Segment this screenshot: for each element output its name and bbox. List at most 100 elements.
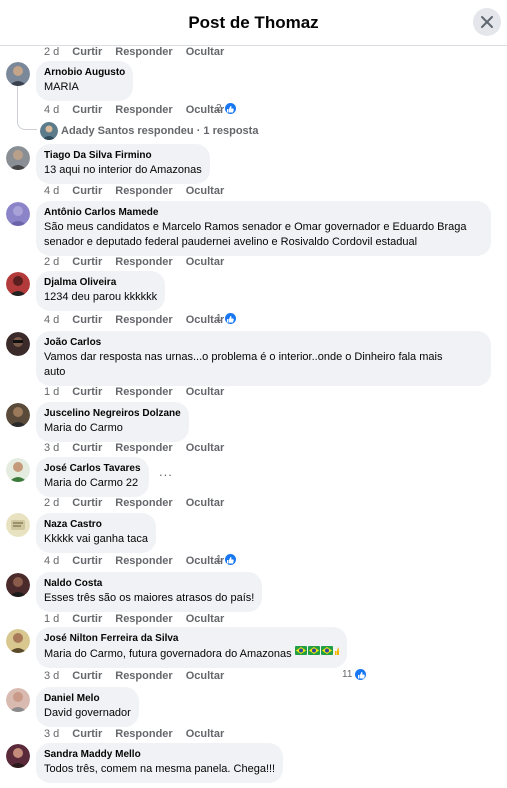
comment-text: David governador <box>44 707 131 719</box>
reply-link[interactable]: Responder <box>115 613 172 625</box>
comment-author[interactable]: Naza Castro <box>44 518 148 531</box>
comment-actions: 4 d Curtir Responder Ocultar <box>44 185 237 197</box>
like-link[interactable]: Curtir <box>72 185 102 197</box>
avatar[interactable] <box>6 513 30 537</box>
reply-link[interactable]: Responder <box>115 555 172 567</box>
comment-feed[interactable]: 2 d Curtir Responder Ocultar Arnobio Aug… <box>0 46 507 788</box>
like-link[interactable]: Curtir <box>72 497 102 509</box>
like-link[interactable]: Curtir <box>72 256 102 268</box>
like-link[interactable]: Curtir <box>72 613 102 625</box>
comment-author[interactable]: José Nilton Ferreira da Silva <box>44 632 339 645</box>
like-icon <box>223 553 237 566</box>
comment-actions: 3 d Curtir Responder Ocultar <box>44 728 237 740</box>
more-options-icon[interactable]: ... <box>159 464 173 479</box>
comment-text: 1234 deu parou kkkkkk <box>44 291 158 303</box>
avatar[interactable] <box>6 744 30 768</box>
avatar[interactable] <box>6 146 30 170</box>
like-link[interactable]: Curtir <box>72 46 102 58</box>
avatar[interactable] <box>6 202 30 226</box>
hide-link[interactable]: Ocultar <box>186 497 225 509</box>
like-icon <box>223 102 237 115</box>
avatar <box>40 122 58 140</box>
hide-link[interactable]: Ocultar <box>186 613 225 625</box>
like-icon <box>223 312 237 325</box>
reply-link[interactable]: Responder <box>115 104 172 116</box>
reaction-count[interactable]: 11 <box>342 668 368 681</box>
comment-text: auto <box>44 366 66 378</box>
avatar[interactable] <box>6 688 30 712</box>
reaction-count[interactable]: 2 <box>216 102 237 115</box>
like-link[interactable]: Curtir <box>72 728 102 740</box>
comment-bubble: Daniel Melo David governador <box>36 687 139 727</box>
avatar[interactable] <box>6 272 30 296</box>
comment-time: 4 d <box>44 104 60 116</box>
comment-actions: 2 d Curtir Responder Ocultar <box>44 46 237 58</box>
hide-link[interactable]: Ocultar <box>186 386 225 398</box>
comment-time: 4 d <box>44 185 60 197</box>
hide-link[interactable]: Ocultar <box>186 670 225 682</box>
reply-link[interactable]: Responder <box>115 497 172 509</box>
comment-actions: 4 d Curtir Responder Ocultar <box>44 555 237 567</box>
avatar[interactable] <box>6 62 30 86</box>
comment-author[interactable]: José Carlos Tavares <box>44 462 141 475</box>
hide-link[interactable]: Ocultar <box>186 442 225 454</box>
like-link[interactable]: Curtir <box>72 386 102 398</box>
brazil-flag-icons <box>294 646 339 662</box>
comment-bubble: Antônio Carlos Mamede São meus candidato… <box>36 201 491 256</box>
hide-link[interactable]: Ocultar <box>186 728 225 740</box>
view-replies-link[interactable]: Adady Santos respondeu · 1 resposta <box>40 122 258 140</box>
comment-author[interactable]: Sandra Maddy Mello <box>44 748 275 761</box>
reply-link[interactable]: Responder <box>115 670 172 682</box>
comment-time: 2 d <box>44 497 60 509</box>
hide-link[interactable]: Ocultar <box>186 256 225 268</box>
close-button[interactable] <box>473 8 501 36</box>
reply-link[interactable]: Responder <box>115 256 172 268</box>
comment-bubble: Tiago Da Silva Firmino 13 aqui no interi… <box>36 144 210 184</box>
comment-author[interactable]: João Carlos <box>44 336 483 349</box>
comment-author[interactable]: Juscelino Negreiros Dolzane <box>44 407 181 420</box>
comment-text: senador e deputado federal paudernei ave… <box>44 236 418 248</box>
reply-link[interactable]: Responder <box>115 314 172 326</box>
like-link[interactable]: Curtir <box>72 442 102 454</box>
avatar[interactable] <box>6 458 30 482</box>
comment-text: Kkkkk vai ganha taca <box>44 533 148 545</box>
comment-bubble: Juscelino Negreiros Dolzane Maria do Car… <box>36 402 189 442</box>
comment-text: Vamos dar resposta nas urnas...o problem… <box>44 351 443 363</box>
comment-author[interactable]: Djalma Oliveira <box>44 276 157 289</box>
like-link[interactable]: Curtir <box>72 104 102 116</box>
comment-text: Maria do Carmo 22 <box>44 477 139 489</box>
avatar[interactable] <box>6 573 30 597</box>
comment-author[interactable]: Arnobio Augusto <box>44 66 125 79</box>
hide-link[interactable]: Ocultar <box>186 185 225 197</box>
comment-author[interactable]: Antônio Carlos Mamede <box>44 206 483 219</box>
like-link[interactable]: Curtir <box>72 670 102 682</box>
reply-link[interactable]: Responder <box>115 386 172 398</box>
like-link[interactable]: Curtir <box>72 314 102 326</box>
avatar[interactable] <box>6 332 30 356</box>
comment-time: 2 d <box>44 256 60 268</box>
comment-bubble: Naza Castro Kkkkk vai ganha taca <box>36 513 156 553</box>
comment-text: São meus candidatos e Marcelo Ramos sena… <box>44 221 467 233</box>
reply-link[interactable]: Responder <box>115 46 172 58</box>
comment-time: 3 d <box>44 728 60 740</box>
avatar[interactable] <box>6 403 30 427</box>
comment-author[interactable]: Daniel Melo <box>44 692 131 705</box>
comment-text-body: Maria do Carmo, futura governadora do Am… <box>44 647 292 660</box>
comment-author[interactable]: Naldo Costa <box>44 577 254 590</box>
comment-bubble: José Nilton Ferreira da Silva Maria do C… <box>36 627 347 668</box>
reaction-count[interactable]: 1 <box>216 312 237 325</box>
comment-author[interactable]: Tiago Da Silva Firmino <box>44 149 202 162</box>
reaction-count[interactable]: 1 <box>216 553 237 566</box>
avatar[interactable] <box>6 629 30 653</box>
reply-link[interactable]: Responder <box>115 185 172 197</box>
reply-link[interactable]: Responder <box>115 442 172 454</box>
reaction-number: 11 <box>342 669 353 680</box>
dialog-title: Post de Thomaz <box>188 13 319 32</box>
comment-time: 4 d <box>44 555 60 567</box>
like-link[interactable]: Curtir <box>72 555 102 567</box>
comment-actions: 4 d Curtir Responder Ocultar <box>44 104 237 116</box>
comment-actions: 2 d Curtir Responder Ocultar <box>44 256 237 268</box>
comment-text: 13 aqui no interior do Amazonas <box>44 164 202 176</box>
reply-link[interactable]: Responder <box>115 728 172 740</box>
hide-link[interactable]: Ocultar <box>186 46 225 58</box>
